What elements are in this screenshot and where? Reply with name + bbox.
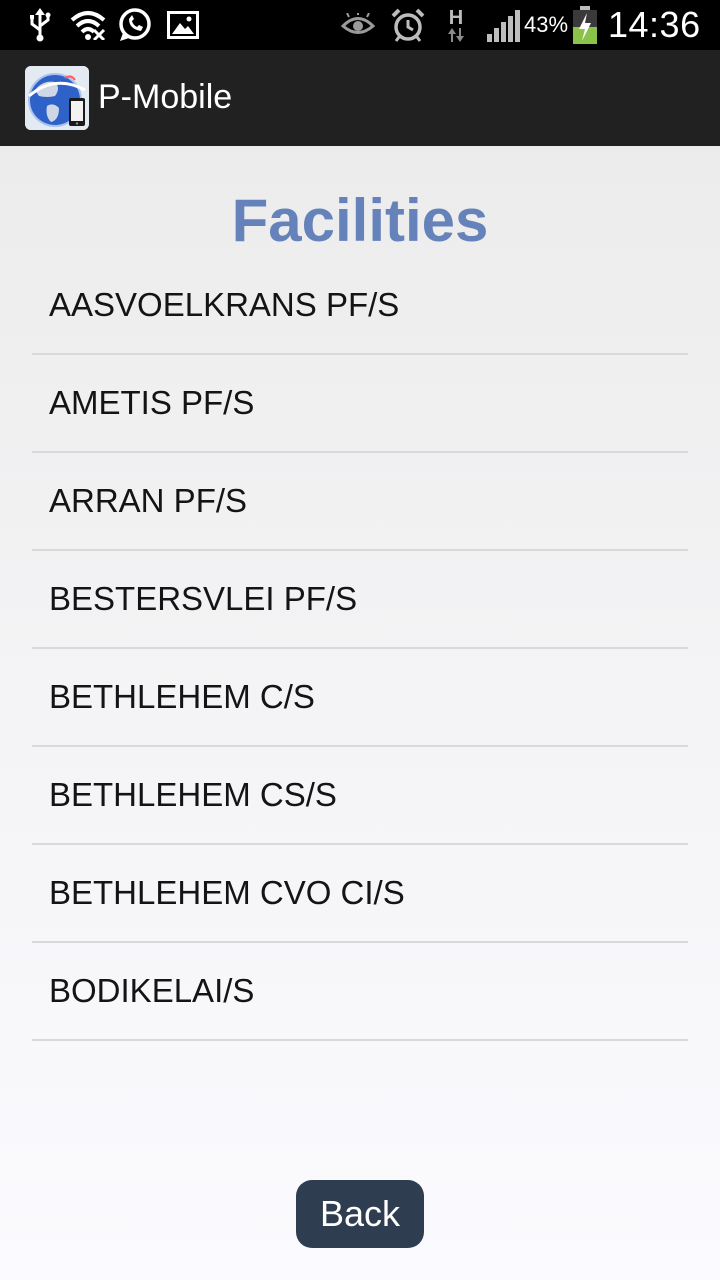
clock: 14:36: [608, 4, 701, 45]
back-button[interactable]: Back: [296, 1180, 424, 1248]
signal-icon: [484, 0, 522, 50]
page-title: Facilities: [231, 187, 489, 254]
network-type-label: H: [448, 7, 464, 29]
eye-icon: [340, 0, 376, 50]
list-item[interactable]: BESTERSVLEI PF/S: [32, 551, 688, 649]
usb-icon: [26, 0, 54, 50]
list-item[interactable]: BETHLEHEM CVO CI/S: [32, 845, 688, 943]
status-bar: H 43% 14:36: [0, 0, 720, 50]
alarm-icon: [390, 0, 426, 50]
screen: H 43% 14:36 P-Mobile Facilities AASVOELK…: [0, 0, 720, 1280]
facility-list: AASVOELKRANS PF/S AMETIS PF/S ARRAN PF/S…: [32, 256, 688, 1041]
gallery-icon: [166, 0, 200, 50]
content-area: Facilities AASVOELKRANS PF/S AMETIS PF/S…: [0, 146, 720, 1280]
battery-charging-icon: [570, 0, 600, 50]
p-mobile-globe-icon[interactable]: [25, 66, 89, 130]
list-item[interactable]: BETHLEHEM C/S: [32, 649, 688, 747]
network-h-icon: H: [442, 0, 470, 50]
list-item[interactable]: AMETIS PF/S: [32, 355, 688, 453]
list-item[interactable]: AASVOELKRANS PF/S: [32, 256, 688, 355]
wifi-icon: [70, 0, 106, 50]
action-bar: P-Mobile: [0, 50, 720, 146]
list-item[interactable]: BODIKELAI/S: [32, 943, 688, 1041]
whatsapp-icon: [116, 0, 154, 50]
list-item[interactable]: BETHLEHEM CS/S: [32, 747, 688, 845]
list-item[interactable]: ARRAN PF/S: [32, 453, 688, 551]
app-title: P-Mobile: [98, 78, 233, 116]
battery-percent: 43%: [524, 12, 569, 37]
